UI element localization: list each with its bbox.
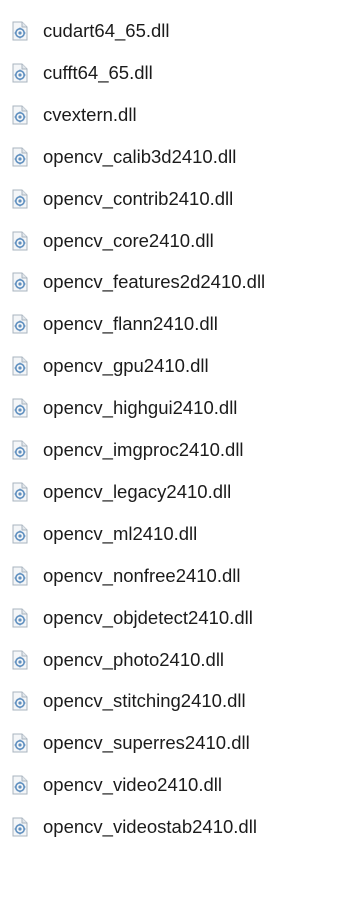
dll-file-icon — [10, 440, 30, 460]
dll-file-icon — [10, 691, 30, 711]
file-row[interactable]: opencv_ml2410.dll — [0, 514, 350, 554]
file-name: opencv_objdetect2410.dll — [43, 607, 253, 628]
dll-file-icon — [10, 21, 30, 41]
dll-file-icon — [10, 231, 30, 251]
dll-file-icon — [10, 566, 30, 586]
file-row[interactable]: opencv_video2410.dll — [0, 765, 350, 805]
file-list: cudart64_65.dll cufft64_65.dll cvextern.… — [0, 0, 350, 912]
file-name: opencv_highgui2410.dll — [43, 397, 238, 418]
file-name: opencv_imgproc2410.dll — [43, 439, 244, 460]
file-row[interactable]: cufft64_65.dll — [0, 53, 350, 93]
file-name: cvextern.dll — [43, 104, 137, 125]
file-row[interactable]: opencv_stitching2410.dll — [0, 681, 350, 721]
file-row[interactable]: opencv_gpu2410.dll — [0, 346, 350, 386]
dll-file-icon — [10, 398, 30, 418]
file-name: cudart64_65.dll — [43, 20, 170, 41]
file-row[interactable]: opencv_highgui2410.dll — [0, 388, 350, 428]
file-name: opencv_legacy2410.dll — [43, 481, 232, 502]
dll-file-icon — [10, 105, 30, 125]
file-row[interactable]: opencv_legacy2410.dll — [0, 472, 350, 512]
file-row[interactable]: opencv_calib3d2410.dll — [0, 137, 350, 177]
dll-file-icon — [10, 817, 30, 837]
file-row[interactable]: opencv_superres2410.dll — [0, 723, 350, 763]
dll-file-icon — [10, 608, 30, 628]
dll-file-icon — [10, 314, 30, 334]
file-name: opencv_superres2410.dll — [43, 732, 250, 753]
file-name: opencv_features2d2410.dll — [43, 271, 266, 292]
file-row[interactable]: opencv_contrib2410.dll — [0, 179, 350, 219]
file-row[interactable]: opencv_flann2410.dll — [0, 304, 350, 344]
dll-file-icon — [10, 356, 30, 376]
dll-file-icon — [10, 63, 30, 83]
file-name: opencv_contrib2410.dll — [43, 188, 234, 209]
file-name: opencv_flann2410.dll — [43, 313, 218, 334]
file-row[interactable]: cvextern.dll — [0, 95, 350, 135]
file-name: cufft64_65.dll — [43, 62, 153, 83]
file-name: opencv_photo2410.dll — [43, 649, 225, 670]
file-name: opencv_core2410.dll — [43, 230, 214, 251]
file-row[interactable]: opencv_videostab2410.dll — [0, 807, 350, 847]
dll-file-icon — [10, 189, 30, 209]
file-row[interactable]: cudart64_65.dll — [0, 11, 350, 51]
file-row[interactable]: opencv_imgproc2410.dll — [0, 430, 350, 470]
file-name: opencv_gpu2410.dll — [43, 355, 209, 376]
file-row[interactable]: opencv_features2d2410.dll — [0, 262, 350, 302]
file-name: opencv_video2410.dll — [43, 774, 222, 795]
file-name: opencv_videostab2410.dll — [43, 816, 257, 837]
dll-file-icon — [10, 775, 30, 795]
dll-file-icon — [10, 650, 30, 670]
file-row[interactable]: opencv_core2410.dll — [0, 221, 350, 261]
file-name: opencv_calib3d2410.dll — [43, 146, 237, 167]
file-row[interactable]: opencv_nonfree2410.dll — [0, 556, 350, 596]
dll-file-icon — [10, 272, 30, 292]
file-row[interactable]: opencv_photo2410.dll — [0, 640, 350, 680]
dll-file-icon — [10, 733, 30, 753]
file-row[interactable]: opencv_objdetect2410.dll — [0, 598, 350, 638]
file-name: opencv_stitching2410.dll — [43, 690, 246, 711]
dll-file-icon — [10, 147, 30, 167]
dll-file-icon — [10, 482, 30, 502]
file-name: opencv_nonfree2410.dll — [43, 565, 241, 586]
dll-file-icon — [10, 524, 30, 544]
file-name: opencv_ml2410.dll — [43, 523, 198, 544]
